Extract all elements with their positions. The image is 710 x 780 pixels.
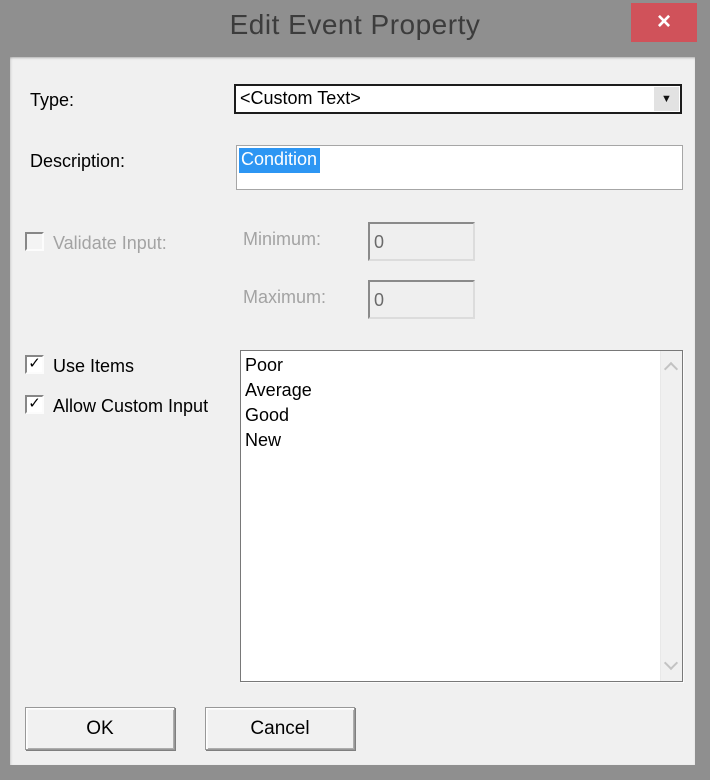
window-title: Edit Event Property [0,9,710,41]
minimum-field[interactable] [368,222,475,261]
allow-custom-input-checkbox[interactable]: ✓ [25,395,44,414]
items-listbox[interactable]: Poor Average Good New [240,350,683,682]
description-input[interactable]: Condition [236,145,683,190]
title-bar: Edit Event Property × [0,0,710,57]
list-item[interactable]: Poor [245,353,660,378]
chevron-down-icon: ▼ [661,93,672,105]
close-button[interactable]: × [631,3,697,42]
type-dropdown-value: <Custom Text> [240,88,361,109]
close-icon: × [657,8,671,35]
items-list: Poor Average Good New [241,351,660,681]
listbox-scrollbar[interactable] [660,351,682,681]
type-dropdown[interactable]: <Custom Text> ▼ [234,84,682,114]
chevron-up-icon[interactable] [664,362,678,376]
chevron-down-icon[interactable] [664,656,678,670]
dropdown-button[interactable]: ▼ [654,87,679,111]
validate-input-label: Validate Input: [53,233,167,254]
use-items-checkbox[interactable]: ✓ [25,355,44,374]
type-label: Type: [30,90,74,111]
list-item[interactable]: Average [245,378,660,403]
list-item[interactable]: New [245,428,660,453]
minimum-label: Minimum: [243,229,321,250]
maximum-field[interactable] [368,280,475,319]
checkmark-icon: ✓ [28,355,41,372]
description-selected-text: Condition [239,148,320,173]
ok-button[interactable]: OK [25,707,175,750]
maximum-label: Maximum: [243,287,326,308]
use-items-label: Use Items [53,356,134,377]
dialog-body: Type: <Custom Text> ▼ Description: Condi… [10,57,695,765]
description-label: Description: [30,151,125,172]
checkmark-icon: ✓ [28,395,41,412]
validate-input-checkbox[interactable] [25,232,44,251]
allow-custom-input-label: Allow Custom Input [53,396,208,417]
cancel-button[interactable]: Cancel [205,707,355,750]
list-item[interactable]: Good [245,403,660,428]
